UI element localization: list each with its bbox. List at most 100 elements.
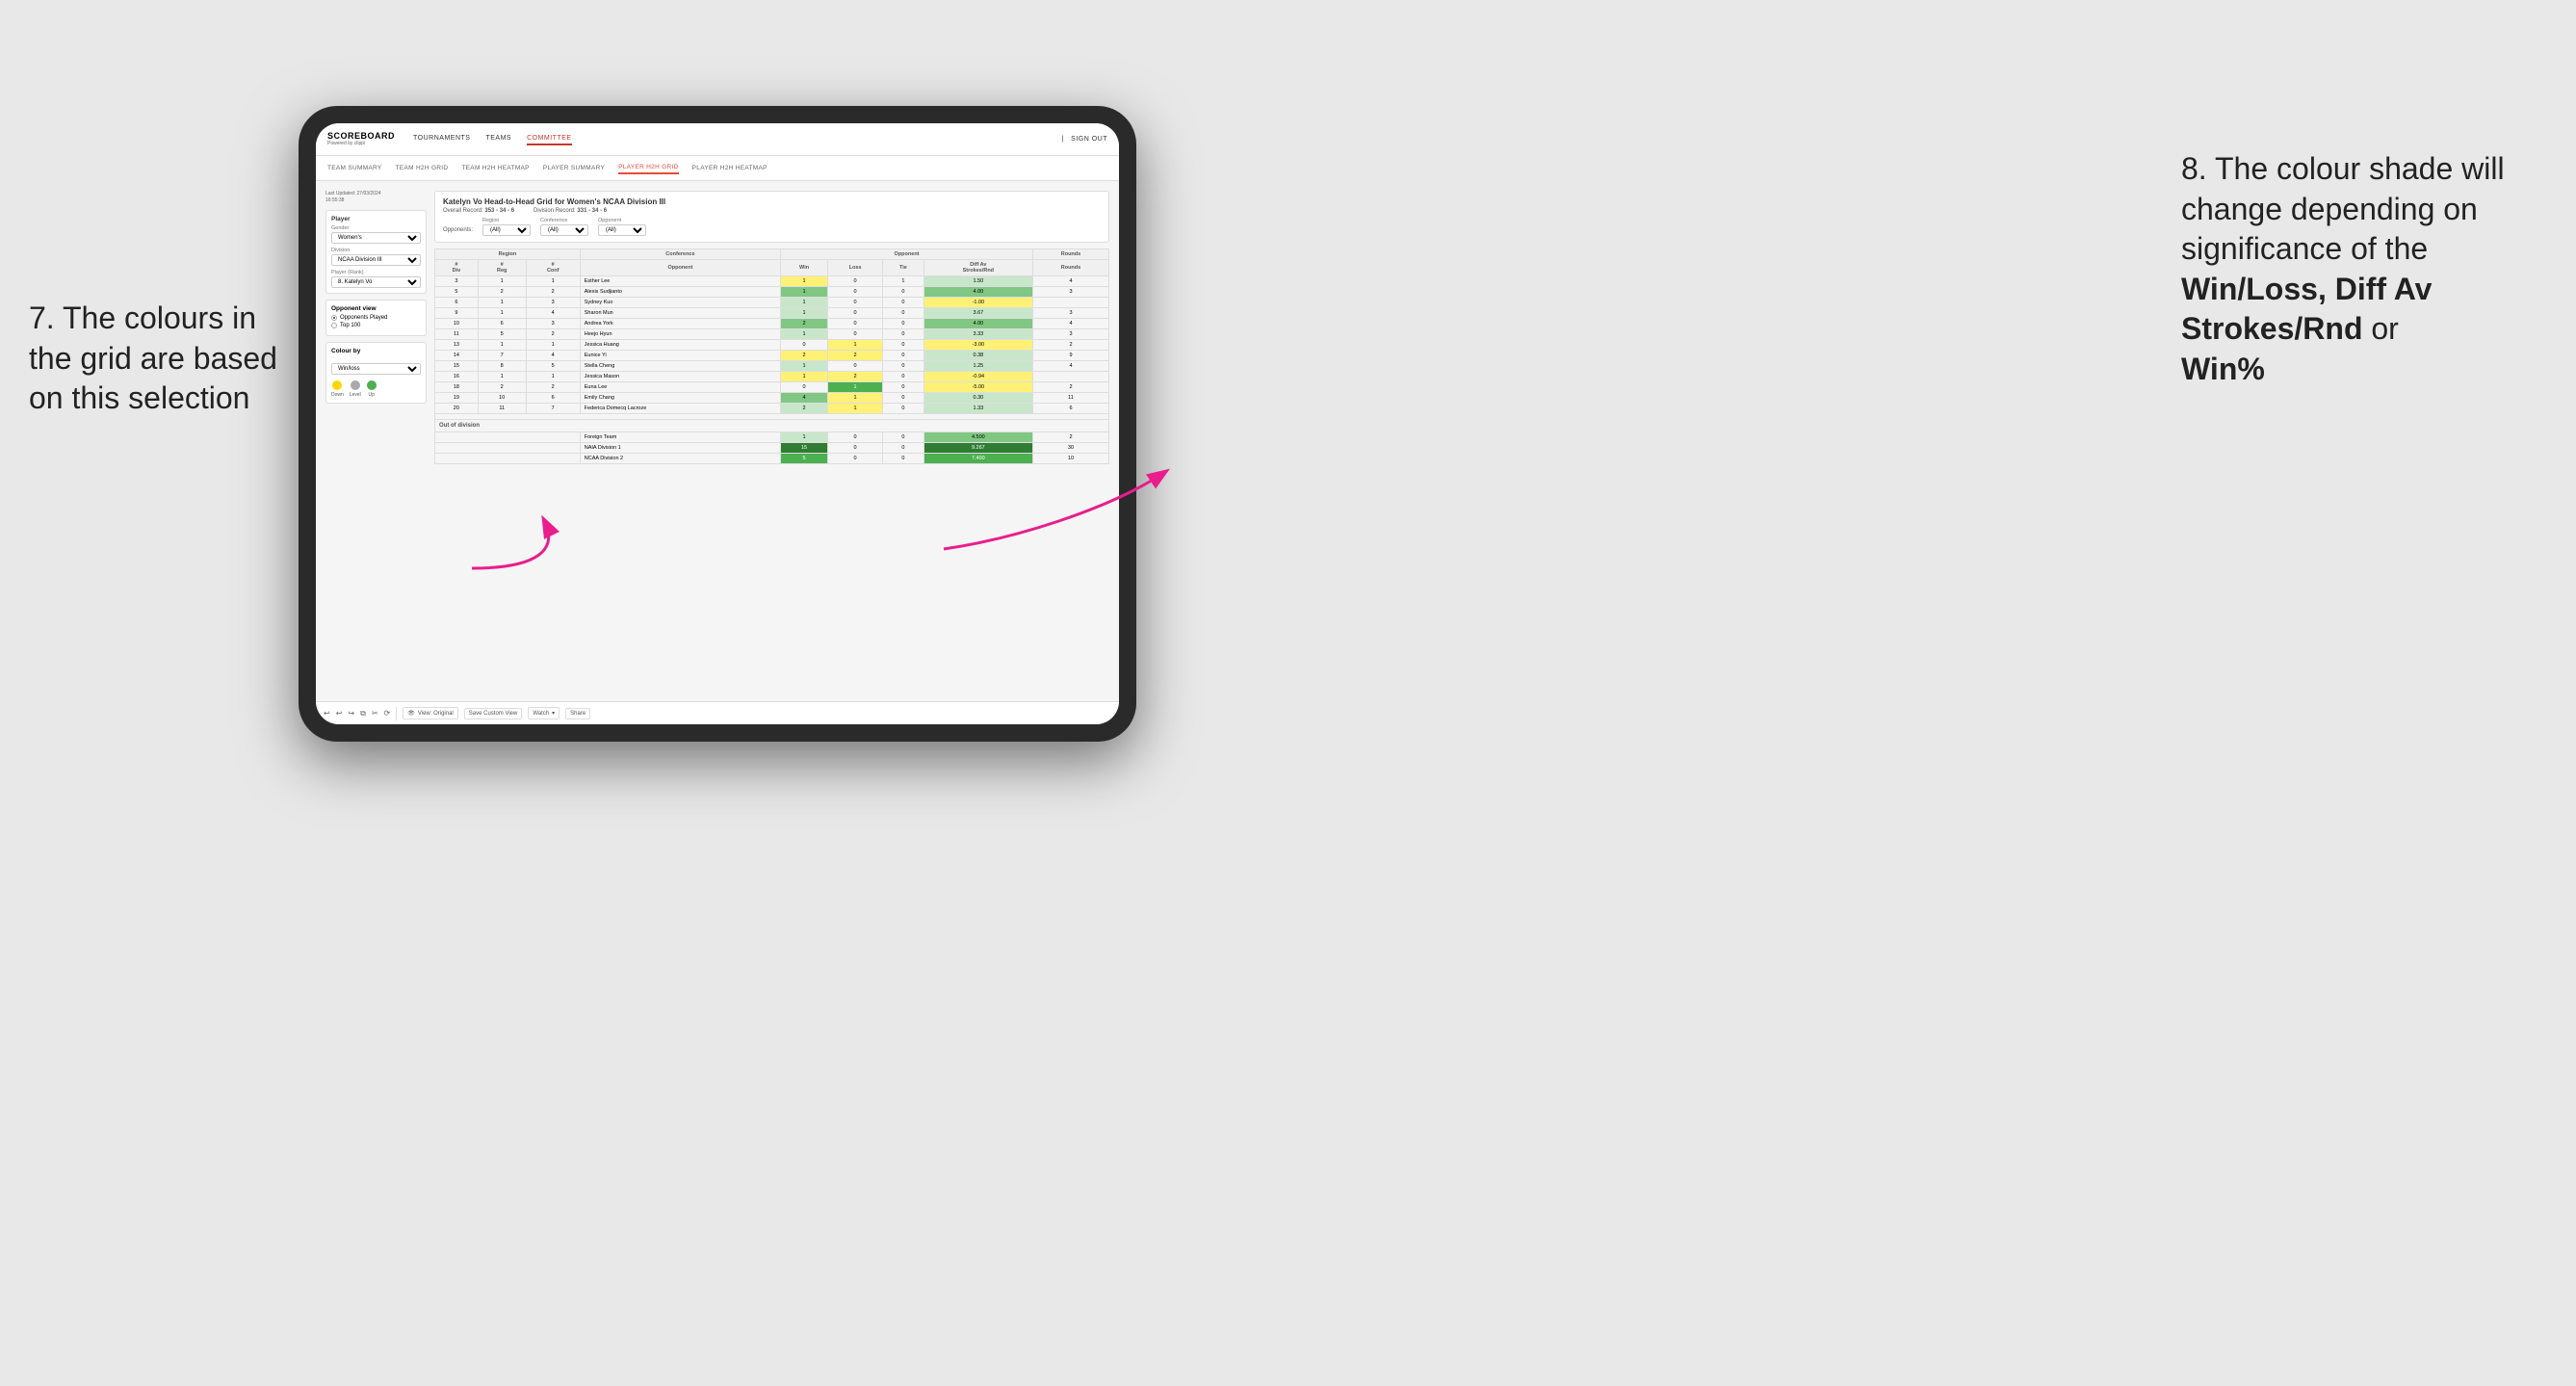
th-tie: Tie [883,260,924,276]
view-icon: 👁 [407,710,415,717]
main-content: Last Updated: 27/03/2024 16:55:38 Player… [316,181,1119,701]
filter-conference: Conference (All) [540,218,588,236]
th-loss: Loss [828,260,883,276]
sub-nav-player-h2h-grid[interactable]: PLAYER H2H GRID [618,162,679,174]
th-div: #Div [435,260,479,276]
opponent-view: Opponent view Opponents Played Top 100 [325,300,427,336]
radio-top100[interactable]: Top 100 [331,323,421,328]
chevron-down-icon: ▾ [552,710,555,717]
sub-nav-player-h2h-heatmap[interactable]: PLAYER H2H HEATMAP [692,163,768,173]
region-select[interactable]: (All) [482,224,531,236]
gender-select[interactable]: Women's [331,232,421,244]
table-row: 1311 Jessica Huang 0 1 0 -3.00 2 [435,340,1109,351]
gender-label: Gender [331,225,421,231]
out-of-division-header: Out of division [435,420,1109,432]
cut-icon[interactable]: ✂ [372,709,378,718]
header-region: Region [435,249,581,260]
sub-nav-player-summary[interactable]: PLAYER SUMMARY [543,163,605,173]
nav-teams[interactable]: TEAMS [485,133,511,145]
radio-dot-opponents-played [331,315,337,321]
sub-nav-team-h2h-heatmap[interactable]: TEAM H2H HEATMAP [461,163,529,173]
division-record: Division Record: 331 - 34 - 6 [533,208,607,214]
nav-committee[interactable]: COMMITTEE [527,133,572,145]
clock-icon[interactable]: ⟳ [384,709,391,718]
data-table: Region Conference Opponent Rounds #Div #… [434,248,1109,464]
header-rounds: Rounds [1032,249,1108,260]
table-row-ood: NCAA Division 2 5 0 0 7.400 10 [435,454,1109,464]
table-row: 311 Esther Lee 1 0 1 1.50 4 [435,276,1109,287]
annotation-right: 8. The colour shade will change dependin… [2181,149,2547,390]
table-row: 20117 Federica Domecq Lacroze 2 1 0 1.33… [435,404,1109,414]
th-win: Win [781,260,828,276]
conference-select[interactable]: (All) [540,224,588,236]
table-row: 1063 Andrea York 2 0 0 4.00 4 [435,319,1109,329]
bottom-toolbar: ↩ ↩ ↪ ⧉ ✂ ⟳ 👁 View: Original Save Custom… [316,701,1119,724]
th-opponent: Opponent [580,260,780,276]
legend-dot-level [351,380,360,390]
sub-nav-team-h2h-grid[interactable]: TEAM H2H GRID [396,163,449,173]
player-rank-select[interactable]: 8. Katelyn Vo [331,276,421,288]
table-row: 1152 Heejo Hyun 1 0 0 3.33 3 [435,329,1109,340]
colour-by-section: Colour by Win/loss Down Level [325,342,427,404]
tablet-screen: SCOREBOARD Powered by clippi TOURNAMENTS… [316,123,1119,724]
table-row: 1822 Euna Lee 0 1 0 -5.00 2 [435,382,1109,393]
radio-dot-top100 [331,323,337,328]
grid-content: Katelyn Vo Head-to-Head Grid for Women's… [434,191,1109,692]
opponent-select[interactable]: (All) [598,224,646,236]
grid-records: Overall Record: 353 - 34 - 6 Division Re… [443,208,1101,214]
th-rounds: Rounds [1032,260,1108,276]
toolbar-divider-1 [396,707,397,720]
nav-sign-out[interactable]: Sign out [1071,134,1107,144]
table-row-ood: NAIA Division 1 15 0 0 9.267 30 [435,443,1109,454]
redo2-icon[interactable]: ↪ [348,709,354,718]
sub-nav: TEAM SUMMARY TEAM H2H GRID TEAM H2H HEAT… [316,156,1119,181]
logo-sub: Powered by clippi [327,141,382,146]
filter-region: Region (All) [482,218,531,236]
sidebar: Last Updated: 27/03/2024 16:55:38 Player… [325,191,427,692]
opponents-label: Opponents: [443,227,473,236]
save-custom-view-btn[interactable]: Save Custom View [464,708,523,719]
radio-opponents-played[interactable]: Opponents Played [331,315,421,321]
nav-bar: SCOREBOARD Powered by clippi TOURNAMENTS… [316,123,1119,156]
share-btn[interactable]: Share [565,708,590,719]
table-row: 19106 Emily Chang 4 1 0 0.30 11 [435,393,1109,404]
grid-title: Katelyn Vo Head-to-Head Grid for Women's… [443,197,1101,206]
colour-by-select[interactable]: Win/loss [331,363,421,375]
table-row: 522 Alexis Sudjianto 1 0 0 4.00 3 [435,287,1109,298]
legend-up: Up [367,380,377,398]
header-conference: Conference [580,249,780,260]
undo-icon[interactable]: ↩ [324,709,330,718]
player-title: Player [331,216,421,222]
colour-by-title: Colour by [331,348,421,354]
division-label: Division [331,248,421,253]
table-row: 613 Sydney Kuo 1 0 0 -1.00 [435,298,1109,308]
grid-header: Katelyn Vo Head-to-Head Grid for Women's… [434,191,1109,243]
legend-dot-down [332,380,342,390]
tablet-frame: SCOREBOARD Powered by clippi TOURNAMENTS… [299,106,1136,742]
th-conf: #Conf [526,260,580,276]
table-row: 914 Sharon Mun 1 0 0 3.67 3 [435,308,1109,319]
annotation-left: 7. The colours in the grid are based on … [29,299,279,419]
redo-icon[interactable]: ↩ [336,709,343,718]
table-row: 1585 Stella Cheng 1 0 0 1.25 4 [435,361,1109,372]
watch-btn[interactable]: Watch ▾ [528,707,559,719]
data-table-wrapper: Region Conference Opponent Rounds #Div #… [434,248,1109,692]
table-row: 1611 Jessica Mason 1 2 0 -0.94 [435,372,1109,382]
view-original-btn[interactable]: 👁 View: Original [403,707,458,719]
nav-tournaments[interactable]: TOURNAMENTS [413,133,470,145]
copy-icon[interactable]: ⧉ [360,709,366,719]
legend: Down Level Up [331,380,421,398]
sub-nav-team-summary[interactable]: TEAM SUMMARY [327,163,382,173]
overall-record: Overall Record: 353 - 34 - 6 [443,208,514,214]
nav-right: | Sign out [1061,134,1107,144]
legend-level: Level [350,380,361,398]
player-rank-label: Player (Rank) [331,270,421,275]
division-select[interactable]: NCAA Division III [331,254,421,266]
legend-dot-up [367,380,377,390]
header-opponent: Opponent [781,249,1033,260]
player-section: Player Gender Women's Division NCAA Divi… [325,210,427,294]
logo: SCOREBOARD [327,132,395,141]
last-updated: Last Updated: 27/03/2024 16:55:38 [325,191,427,204]
legend-down: Down [331,380,344,398]
opponent-view-title: Opponent view [331,305,421,312]
